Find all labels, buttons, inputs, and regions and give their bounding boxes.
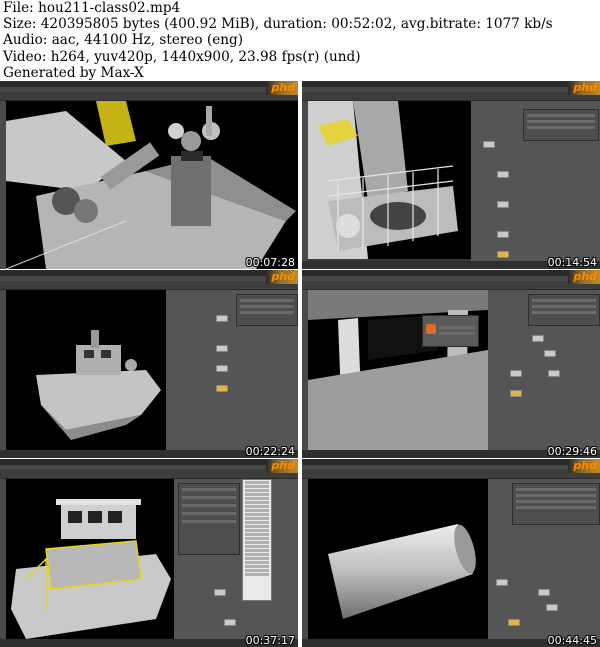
phd-logo: phd [568, 459, 600, 473]
network-editor[interactable] [174, 479, 298, 639]
scene-viewport[interactable] [308, 479, 488, 639]
network-node[interactable] [483, 141, 495, 148]
thumbnail-3[interactable]: phd 00:22:24 [0, 270, 298, 458]
parameter-window[interactable] [523, 109, 599, 141]
thumbnail-2[interactable]: phd 00:14:54 [302, 81, 600, 269]
thumbnail-4[interactable]: phd 00:29:46 [302, 270, 600, 458]
network-node[interactable] [546, 604, 558, 611]
app-icon [426, 324, 436, 334]
parameter-window[interactable] [178, 483, 240, 555]
parameter-window[interactable] [528, 294, 600, 326]
boat-side-render [36, 330, 161, 440]
dialog-window[interactable] [422, 315, 479, 347]
timestamp: 00:14:54 [547, 256, 597, 269]
network-node[interactable] [216, 315, 228, 322]
file-name-line: File: hou211-class02.mp4 [3, 0, 181, 16]
network-node[interactable] [216, 345, 228, 352]
shelf-toolbar [302, 92, 600, 101]
network-node[interactable] [497, 171, 509, 178]
tube-render [328, 524, 476, 619]
shelf-toolbar [0, 281, 298, 290]
parameter-window[interactable] [512, 483, 600, 525]
network-node-selected[interactable] [497, 251, 509, 258]
phd-logo: phd [568, 81, 600, 95]
network-node[interactable] [216, 365, 228, 372]
phd-logo: phd [266, 81, 298, 95]
boat-deck-render [308, 101, 458, 259]
phd-logo: phd [266, 270, 298, 284]
network-node[interactable] [544, 350, 556, 357]
dropdown-menu[interactable] [242, 479, 272, 601]
shelf-toolbar [302, 470, 600, 479]
shelf-toolbar [0, 92, 298, 101]
scene-viewport[interactable] [308, 101, 471, 259]
thumbnail-grid: phd 00:07:28 phd 00:14:54 phd 00:22:24 p… [0, 81, 600, 647]
phd-logo: phd [568, 270, 600, 284]
scene-viewport[interactable] [6, 479, 174, 639]
network-node[interactable] [497, 231, 509, 238]
timestamp: 00:07:28 [245, 256, 295, 269]
shelf-toolbar [0, 470, 298, 479]
timestamp: 00:22:24 [245, 445, 295, 458]
scene-viewport[interactable] [308, 290, 488, 450]
scene-viewport[interactable] [6, 101, 298, 269]
scene-viewport[interactable] [6, 290, 166, 450]
network-editor[interactable] [488, 479, 600, 639]
network-editor[interactable] [471, 101, 600, 261]
generator-line: Generated by Max-X [3, 64, 144, 81]
thumbnail-1[interactable]: phd 00:07:28 [0, 81, 298, 269]
network-node[interactable] [532, 335, 544, 342]
file-size-line: Size: 420395805 bytes (400.92 MiB), dura… [3, 16, 553, 33]
network-node[interactable] [497, 201, 509, 208]
cabin-interior-render [308, 290, 488, 450]
timestamp: 00:37:17 [245, 634, 295, 647]
network-node-selected[interactable] [216, 385, 228, 392]
file-info-header: File: hou211-class02.mp4 Size: 420395805… [3, 0, 600, 81]
network-editor[interactable] [488, 290, 600, 450]
timestamp: 00:29:46 [547, 445, 597, 458]
network-node[interactable] [214, 589, 226, 596]
network-node-selected[interactable] [508, 619, 520, 626]
phd-logo: phd [266, 459, 298, 473]
thumbnail-6[interactable]: phd 00:44:45 [302, 459, 600, 647]
network-editor[interactable] [166, 290, 298, 450]
network-node[interactable] [548, 370, 560, 377]
video-info-line: Video: h264, yuv420p, 1440x900, 23.98 fp… [3, 48, 361, 65]
timestamp: 00:44:45 [547, 634, 597, 647]
network-node[interactable] [496, 579, 508, 586]
network-node[interactable] [224, 619, 236, 626]
parameter-window[interactable] [236, 294, 298, 326]
thumbnail-5[interactable]: phd 00:37:17 [0, 459, 298, 647]
boat-crane-render [6, 101, 296, 269]
network-node[interactable] [510, 370, 522, 377]
audio-info-line: Audio: aac, 44100 Hz, stereo (eng) [3, 32, 244, 49]
boat-cabin-render [11, 499, 171, 639]
network-node[interactable] [538, 589, 550, 596]
network-node-selected[interactable] [510, 390, 522, 397]
shelf-toolbar [302, 281, 600, 290]
